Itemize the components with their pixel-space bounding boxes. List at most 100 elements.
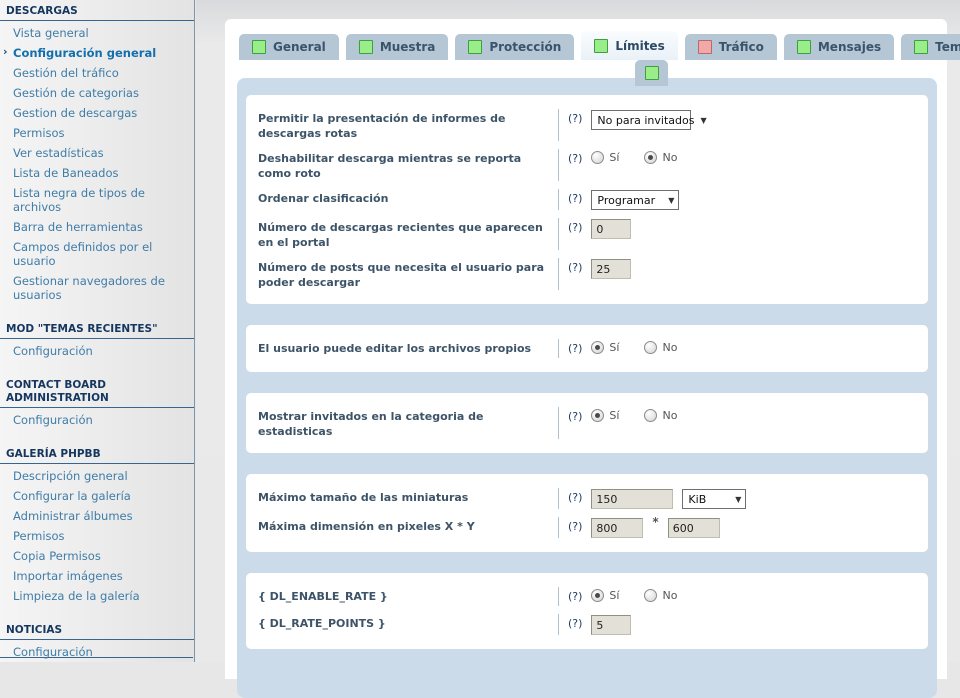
- dropdown-select[interactable]: Programar▼: [591, 190, 679, 210]
- settings-group: Mostrar invitados en la categoria de est…: [246, 393, 928, 453]
- tab-trafico[interactable]: Tráfico: [685, 34, 777, 60]
- sidebar-item-label: Administrar álbumes: [13, 509, 133, 523]
- text-input[interactable]: 150: [591, 489, 673, 509]
- tab-temas[interactable]: Temas: [901, 34, 960, 60]
- sidebar-item[interactable]: Ver estadísticas: [0, 143, 194, 163]
- radio-label: No: [662, 151, 677, 164]
- help-icon[interactable]: (?): [568, 189, 582, 205]
- radio-option[interactable]: Sí: [591, 150, 619, 164]
- tab-muestra[interactable]: Muestra: [346, 34, 449, 60]
- sidebar-item-label: Campos definidos por el usuario: [13, 240, 152, 268]
- sidebar-item[interactable]: Gestion de descargas: [0, 103, 194, 123]
- radio-button[interactable]: [644, 589, 657, 602]
- text-input[interactable]: 800: [591, 518, 643, 538]
- sidebar-item[interactable]: Descripción general: [0, 466, 194, 486]
- field-controls: 25: [591, 258, 631, 279]
- radio-button[interactable]: [591, 409, 604, 422]
- sidebar-item[interactable]: Configuración: [0, 410, 194, 430]
- sidebar-item[interactable]: Barra de herramientas: [0, 217, 194, 237]
- field-control-area: (?) Programar▼: [558, 189, 916, 210]
- radio-option[interactable]: No: [644, 150, 677, 164]
- radio-option[interactable]: Sí: [591, 340, 619, 354]
- help-icon[interactable]: (?): [568, 517, 582, 533]
- field-controls: No para invitados▼: [591, 109, 691, 130]
- field-controls: Programar▼: [591, 189, 679, 210]
- help-icon[interactable]: (?): [568, 218, 582, 234]
- radio-button[interactable]: [591, 341, 604, 354]
- radio-button[interactable]: [644, 409, 657, 422]
- sidebar-item[interactable]: Gestión del tráfico: [0, 63, 194, 83]
- sidebar-item[interactable]: Lista de Baneados: [0, 163, 194, 183]
- radio-label: Sí: [609, 151, 619, 164]
- form-row: Número de descargas recientes que aparec…: [246, 215, 928, 253]
- sub-tab[interactable]: [635, 60, 668, 86]
- sidebar-item[interactable]: Vista general: [0, 23, 194, 43]
- sidebar-item[interactable]: Permisos: [0, 123, 194, 143]
- radio-option[interactable]: Sí: [591, 588, 619, 602]
- radio-button[interactable]: [644, 341, 657, 354]
- form-row: { DL_RATE_POINTS } (?) 5: [246, 611, 928, 638]
- field-control-area: (?) 5: [558, 614, 916, 635]
- tab-label: Temas: [935, 40, 960, 54]
- sidebar-item[interactable]: Administrar álbumes: [0, 506, 194, 526]
- sidebar-item[interactable]: Configuración: [0, 341, 194, 361]
- help-icon[interactable]: (?): [568, 149, 582, 165]
- tab-mensajes[interactable]: Mensajes: [784, 34, 894, 60]
- help-icon[interactable]: (?): [568, 258, 582, 274]
- tab-limites[interactable]: Límites: [581, 31, 677, 60]
- sidebar-item[interactable]: Configurar la galería: [0, 486, 194, 506]
- help-icon[interactable]: (?): [568, 587, 582, 603]
- sidebar-item[interactable]: Permisos: [0, 526, 194, 546]
- settings-group: Permitir la presentación de informes de …: [246, 95, 928, 304]
- radio-button[interactable]: [591, 589, 604, 602]
- radio-label: No: [662, 589, 677, 602]
- dropdown-select[interactable]: No para invitados▼: [591, 110, 691, 130]
- dropdown-select[interactable]: KiB▼: [682, 489, 746, 509]
- sidebar-item-label: Gestion de descargas: [13, 106, 137, 120]
- help-icon[interactable]: (?): [568, 614, 582, 630]
- sidebar-item[interactable]: Gestión de categorias: [0, 83, 194, 103]
- text-input[interactable]: 0: [591, 219, 631, 239]
- form-row: Máximo tamaño de las miniaturas(?)150KiB…: [246, 485, 928, 512]
- sidebar-item[interactable]: Limpieza de la galería: [0, 586, 194, 606]
- sidebar-item[interactable]: Configuración: [0, 642, 194, 662]
- help-icon[interactable]: (?): [568, 407, 582, 423]
- form-row: Ordenar clasificación(?)Programar▼: [246, 186, 928, 213]
- radio-option[interactable]: No: [644, 408, 677, 422]
- sidebar-item-label: Configurar la galería: [13, 489, 131, 503]
- sidebar-item[interactable]: Gestionar navegadores de usuarios: [0, 271, 194, 305]
- help-icon[interactable]: (?): [568, 488, 582, 504]
- sidebar-item[interactable]: Lista negra de tipos de archivos: [0, 183, 194, 217]
- text-input[interactable]: 600: [668, 518, 720, 538]
- text-input[interactable]: 25: [591, 259, 631, 279]
- field-controls: Sí No: [591, 339, 693, 354]
- radio-option[interactable]: No: [644, 340, 677, 354]
- select-value: KiB: [688, 493, 706, 506]
- radio-option[interactable]: No: [644, 588, 677, 602]
- help-icon[interactable]: (?): [568, 109, 582, 125]
- radio-button[interactable]: [591, 151, 604, 164]
- tab-label: General: [273, 40, 326, 54]
- form-row: Mostrar invitados en la categoria de est…: [246, 404, 928, 442]
- radio-label: Sí: [609, 589, 619, 602]
- help-icon[interactable]: (?): [568, 339, 582, 355]
- sidebar-item[interactable]: Importar imágenes: [0, 566, 194, 586]
- settings-group: Máximo tamaño de las miniaturas(?)150KiB…: [246, 474, 928, 552]
- sidebar-item[interactable]: Campos definidos por el usuario: [0, 237, 194, 271]
- sidebar-section: GALERÍA PHPBBDescripción generalConfigur…: [0, 445, 194, 606]
- tab-general[interactable]: General: [239, 34, 339, 60]
- tab-bar: General MuestraProtección Límites Tráfico Me…: [239, 31, 960, 60]
- radio-option[interactable]: Sí: [591, 408, 619, 422]
- tab-label: Mensajes: [818, 40, 881, 54]
- form-row: Máxima dimensión en pixeles X * Y(?)800*…: [246, 514, 928, 541]
- sidebar-item-label: Configuración general: [13, 46, 156, 60]
- field-control-area: (?) Sí No: [558, 587, 916, 606]
- text-input[interactable]: 5: [591, 615, 631, 635]
- tab-status-icon: [468, 40, 482, 54]
- settings-group: { DL_ENABLE_RATE }(?)SíNo{ DL_RATE_POINT…: [246, 573, 928, 649]
- sidebar-item[interactable]: Copia Permisos: [0, 546, 194, 566]
- tab-proteccion[interactable]: Protección: [455, 34, 574, 60]
- radio-button[interactable]: [644, 151, 657, 164]
- sidebar-item[interactable]: ›Configuración general: [0, 43, 194, 63]
- field-label: { DL_RATE_POINTS }: [258, 614, 558, 635]
